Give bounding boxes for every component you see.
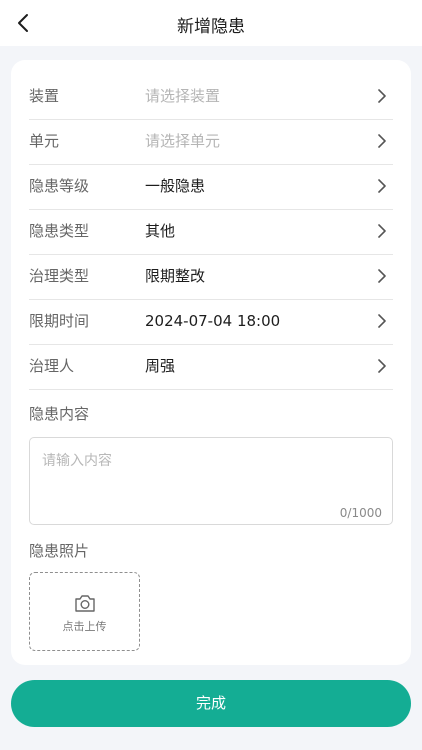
governance-type-value: 限期整改 bbox=[145, 267, 206, 285]
top-bar: 新增隐患 bbox=[0, 0, 422, 46]
chevron-right-icon bbox=[378, 269, 386, 283]
hazard-content-label: 隐患内容 bbox=[29, 405, 90, 423]
deadline-row[interactable]: 限期时间 2024-07-04 18:00 bbox=[29, 299, 393, 345]
page-title: 新增隐患 bbox=[177, 17, 245, 37]
camera-icon bbox=[75, 595, 95, 612]
governance-type-row[interactable]: 治理类型 限期整改 bbox=[29, 254, 393, 300]
hazard-content-box: 0/1000 bbox=[29, 437, 393, 525]
hazard-content-input[interactable] bbox=[30, 438, 392, 524]
hazard-type-label: 隐患类型 bbox=[29, 222, 90, 240]
hazard-level-label: 隐患等级 bbox=[29, 177, 90, 195]
unit-value: 请选择单元 bbox=[145, 132, 221, 150]
chevron-right-icon bbox=[378, 359, 386, 373]
chevron-right-icon bbox=[378, 224, 386, 238]
hazard-type-row[interactable]: 隐患类型 其他 bbox=[29, 209, 393, 255]
responsible-person-value: 周强 bbox=[145, 357, 176, 375]
chevron-right-icon bbox=[378, 134, 386, 148]
responsible-person-row[interactable]: 治理人 周强 bbox=[29, 344, 393, 390]
chevron-right-icon bbox=[378, 179, 386, 193]
upload-label: 点击上传 bbox=[62, 620, 107, 633]
photo-upload-button[interactable]: 点击上传 bbox=[29, 572, 140, 651]
hazard-photos-label: 隐患照片 bbox=[29, 542, 90, 560]
unit-label: 单元 bbox=[29, 132, 60, 150]
hazard-level-value: 一般隐患 bbox=[145, 177, 206, 195]
device-label: 装置 bbox=[29, 87, 60, 105]
device-value: 请选择装置 bbox=[145, 87, 221, 105]
char-counter: 0/1000 bbox=[339, 506, 382, 520]
done-button[interactable]: 完成 bbox=[11, 680, 411, 727]
deadline-value: 2024-07-04 18:00 bbox=[145, 312, 281, 330]
hazard-level-row[interactable]: 隐患等级 一般隐患 bbox=[29, 164, 393, 210]
form-card: 装置 请选择装置 单元 请选择单元 隐患等级 一般隐患 隐患类型 其他 治理类型… bbox=[11, 60, 411, 665]
device-row[interactable]: 装置 请选择装置 bbox=[29, 74, 393, 120]
chevron-right-icon bbox=[378, 89, 386, 103]
deadline-label: 限期时间 bbox=[29, 312, 90, 330]
governance-type-label: 治理类型 bbox=[29, 267, 90, 285]
responsible-person-label: 治理人 bbox=[29, 357, 75, 375]
chevron-right-icon bbox=[378, 314, 386, 328]
unit-row[interactable]: 单元 请选择单元 bbox=[29, 119, 393, 165]
hazard-type-value: 其他 bbox=[145, 222, 176, 240]
